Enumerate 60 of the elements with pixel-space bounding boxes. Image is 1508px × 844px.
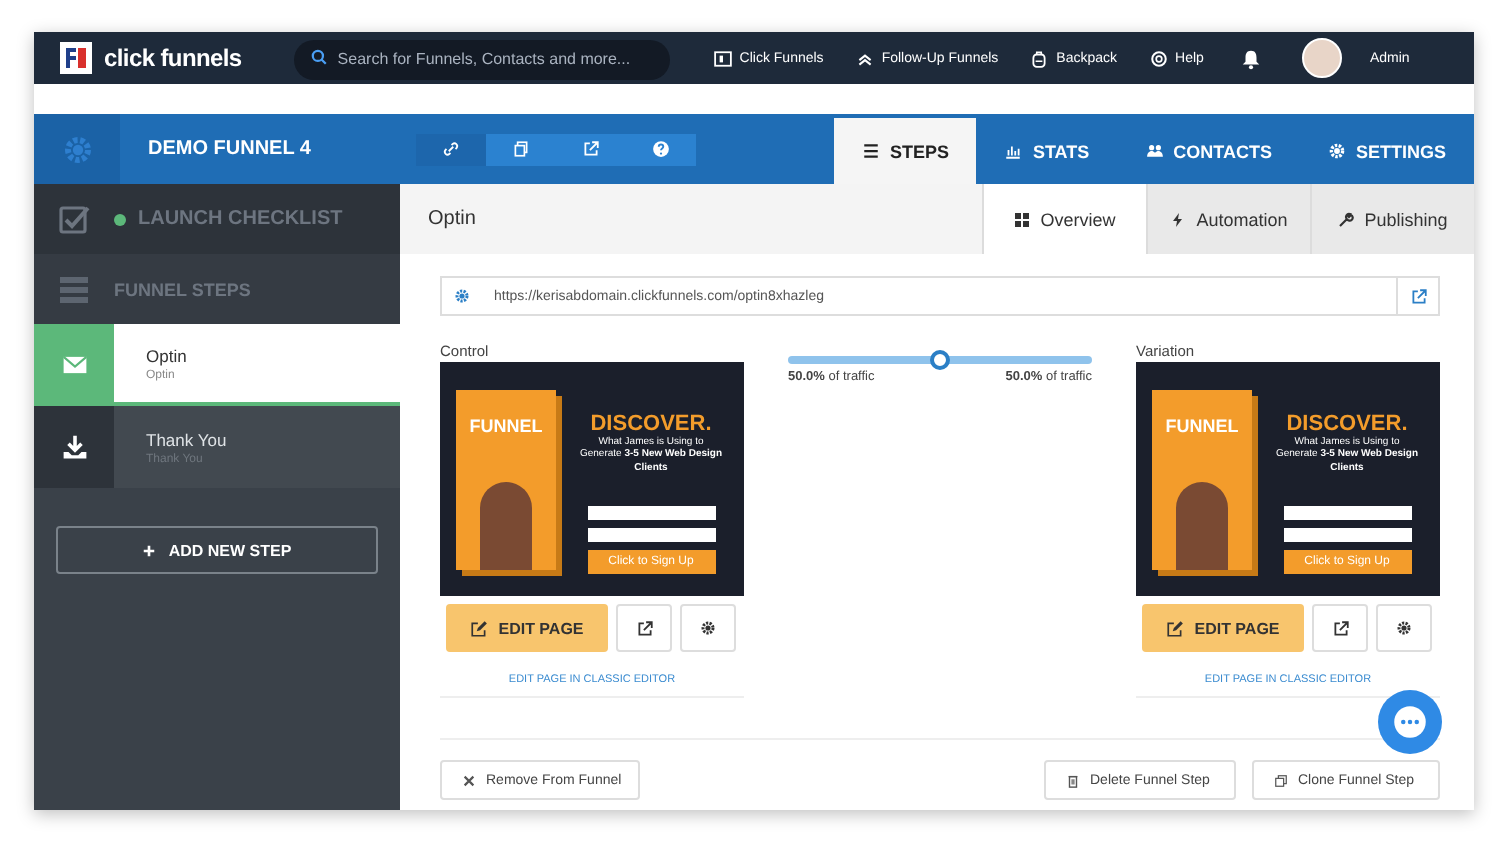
person-placeholder	[480, 482, 532, 570]
tab[interactable]: Overview	[982, 184, 1146, 254]
settings-icon[interactable]	[700, 620, 716, 636]
preview-headline: DISCOVER.	[590, 412, 712, 436]
logo-text: click funnels	[104, 44, 242, 72]
checkbox-icon[interactable]	[58, 203, 90, 235]
copy-icon	[1274, 773, 1288, 787]
chat-bubble-icon	[1392, 704, 1428, 740]
link-icon[interactable]	[442, 140, 460, 158]
envelope-icon	[61, 352, 87, 378]
bell-icon[interactable]	[1239, 47, 1262, 69]
close-icon	[462, 773, 476, 787]
slider-thumb[interactable]	[930, 350, 950, 370]
tab[interactable]: STATS	[976, 118, 1118, 184]
preview-input	[587, 527, 715, 542]
external-link-icon[interactable]	[1331, 619, 1349, 637]
tab[interactable]: SETTINGS	[1299, 118, 1474, 184]
download-icon	[61, 434, 87, 460]
edit-page-button[interactable]: EDIT PAGE	[446, 604, 608, 652]
search-icon	[309, 48, 328, 66]
framed-page-icon	[713, 49, 732, 67]
funnel-title: DEMO FUNNEL 4	[148, 138, 313, 160]
avatar[interactable]	[1301, 38, 1342, 78]
external-link-icon[interactable]	[635, 619, 653, 637]
tab[interactable]: CONTACTS	[1117, 118, 1300, 184]
book-title: FUNNEL	[1165, 418, 1239, 436]
copy-icon[interactable]	[512, 140, 530, 158]
traffic-slider[interactable]	[788, 356, 1092, 364]
list-icon	[861, 142, 880, 160]
preview-input	[1283, 505, 1411, 520]
grid-icon	[1014, 211, 1031, 227]
person-placeholder	[1176, 482, 1228, 570]
section-title: FUNNEL STEPS	[114, 279, 251, 299]
bar-chart-icon	[1004, 142, 1023, 160]
book-title: FUNNEL	[469, 418, 543, 436]
people-icon	[1145, 142, 1164, 160]
tab[interactable]: Automation	[1146, 184, 1310, 254]
logo-icon[interactable]	[54, 42, 98, 74]
search-field[interactable]: Search for Funnels, Contacts and more...	[293, 39, 670, 79]
settings-icon[interactable]	[1396, 620, 1412, 636]
edit-icon	[1166, 619, 1185, 637]
wrench-icon	[1338, 211, 1355, 227]
backpack-icon	[1030, 49, 1049, 67]
tab[interactable]: STEPS	[833, 118, 977, 184]
trash-icon	[1066, 773, 1080, 787]
lightning-icon	[1170, 211, 1187, 227]
add-step-button[interactable]: ADD NEW STEP	[56, 526, 378, 574]
preview-input	[587, 505, 715, 520]
lifebuoy-icon	[1149, 49, 1168, 67]
step-title: Optin	[428, 208, 476, 230]
edit-page-button[interactable]: EDIT PAGE	[1142, 604, 1304, 652]
status-dot	[114, 213, 126, 225]
double-chevron-icon	[855, 49, 874, 67]
preview-input	[1283, 527, 1411, 542]
plus-icon	[142, 543, 157, 557]
settings-icon	[1327, 142, 1346, 160]
edit-icon	[470, 619, 489, 637]
preview-headline: DISCOVER.	[1286, 412, 1408, 436]
help-icon[interactable]	[652, 140, 670, 158]
tab[interactable]: Publishing	[1310, 184, 1474, 254]
